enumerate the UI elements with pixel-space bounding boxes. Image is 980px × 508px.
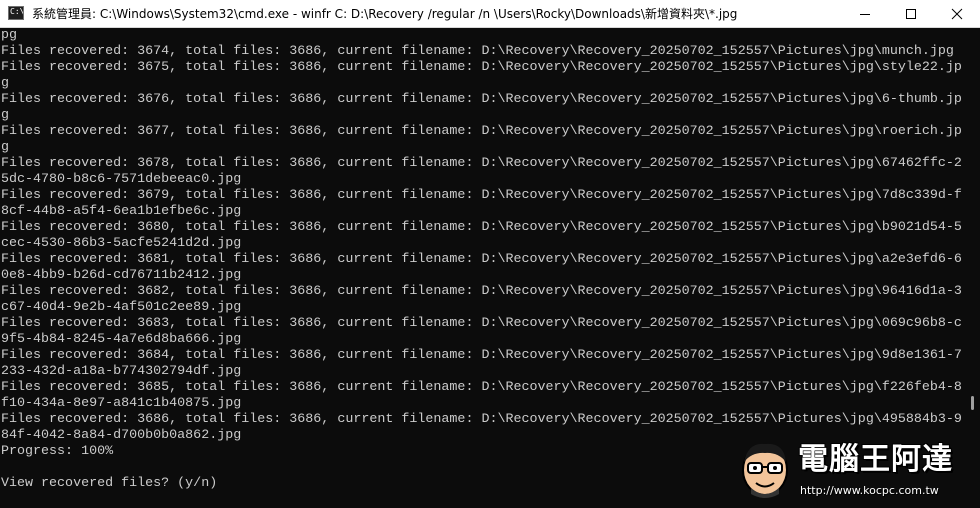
console-output[interactable]: pg Files recovered: 3674, total files: 36… <box>0 28 966 508</box>
console-line: Files recovered: 3685, total files: 3686… <box>1 380 962 395</box>
console-line: Files recovered: 3684, total files: 3686… <box>1 348 962 363</box>
console-line: Files recovered: 3677, total files: 3686… <box>1 124 962 139</box>
console-line: Files recovered: 3676, total files: 3686… <box>1 92 962 107</box>
console-line: Files recovered: 3674, total files: 3686… <box>1 44 954 59</box>
title-bar[interactable]: C:\ 系統管理員: C:\Windows\System32\cmd.exe -… <box>0 0 980 28</box>
console-line: Files recovered: 3675, total files: 3686… <box>1 60 962 75</box>
console-line: Files recovered: 3679, total files: 3686… <box>1 188 962 203</box>
watermark-brand: 電腦王阿達 <box>798 442 953 477</box>
minimize-icon <box>860 14 870 15</box>
cmd-window: C:\ 系統管理員: C:\Windows\System32\cmd.exe -… <box>0 0 980 508</box>
console-line: c67-40d4-9e2b-4af501c2ee89.jpg <box>1 300 242 315</box>
console-line: Files recovered: 3683, total files: 3686… <box>1 316 962 331</box>
console-line: pg <box>1 28 18 43</box>
minimize-button[interactable] <box>842 0 888 28</box>
console-line: 0e8-4bb9-b26d-cd76711b2412.jpg <box>1 268 242 283</box>
console-line: Files recovered: 3681, total files: 3686… <box>1 252 962 267</box>
console-line: 9f5-4b84-8245-4a7e6d8ba666.jpg <box>1 332 242 347</box>
console-line: Files recovered: 3680, total files: 3686… <box>1 220 962 235</box>
maximize-button[interactable] <box>888 0 934 28</box>
console-line: 5dc-4780-b8c6-7571debeeac0.jpg <box>1 172 242 187</box>
console-line: Files recovered: 3682, total files: 3686… <box>1 284 962 299</box>
cmd-app-icon[interactable]: C:\ <box>8 6 24 20</box>
maximize-icon <box>906 9 916 19</box>
vertical-scrollbar[interactable] <box>966 28 980 508</box>
console-line: cec-4530-86b3-5acfe5241d2d.jpg <box>1 236 242 251</box>
console-line: 233-432d-a18a-b774302794df.jpg <box>1 364 242 379</box>
scrollbar-thumb[interactable] <box>971 396 974 410</box>
watermark: 電腦王阿達 http://www.kocpc.com.tw <box>738 438 974 504</box>
close-icon <box>951 8 963 20</box>
mascot-face-icon <box>742 443 788 498</box>
close-button[interactable] <box>934 0 980 28</box>
console-line: g <box>1 108 10 123</box>
console-line: g <box>1 140 10 155</box>
cmd-app-icon-label: C:\ <box>10 7 24 16</box>
console-line: 8cf-44b8-a5f4-6ea1b1efbe6c.jpg <box>1 204 242 219</box>
console-line: g <box>1 76 10 91</box>
console-line: Files recovered: 3686, total files: 3686… <box>1 412 962 427</box>
window-title: 系統管理員: C:\Windows\System32\cmd.exe - win… <box>32 7 738 21</box>
console-line: Files recovered: 3678, total files: 3686… <box>1 156 962 171</box>
watermark-url: http://www.kocpc.com.tw <box>800 484 939 497</box>
console-line: f10-434a-8e97-a841c1b40875.jpg <box>1 396 242 411</box>
